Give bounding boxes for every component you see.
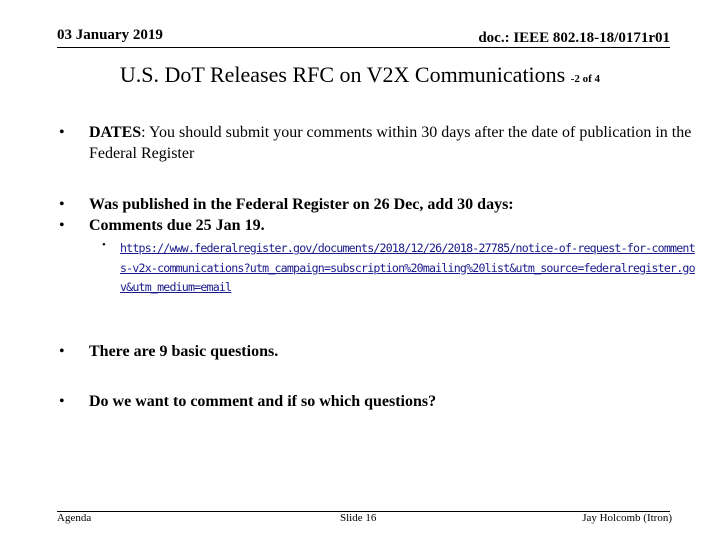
slide-title: U.S. DoT Releases RFC on V2X Communicati… bbox=[0, 62, 720, 88]
footer-slide-number: Slide 16 bbox=[340, 512, 377, 524]
bullet-due: Comments due 25 Jan 19. bbox=[89, 217, 265, 234]
federal-register-link[interactable]: https://www.federalregister.gov/document… bbox=[120, 239, 696, 298]
bullet-dates: DATES: You should submit your comments w… bbox=[89, 122, 709, 164]
bullet-published: Was published in the Federal Register on… bbox=[89, 196, 514, 213]
header-divider bbox=[57, 47, 670, 48]
bullet-icon: • bbox=[59, 393, 65, 410]
bullet-icon: • bbox=[59, 124, 65, 141]
bullet-icon: • bbox=[59, 217, 65, 234]
federal-register-link-text[interactable]: https://www.federalregister.gov/document… bbox=[120, 241, 696, 294]
slide-title-sub: -2 of 4 bbox=[570, 73, 601, 85]
footer-agenda: Agenda bbox=[57, 512, 92, 524]
bullet-icon: • bbox=[59, 343, 65, 360]
dates-text: : You should submit your comments within… bbox=[89, 124, 692, 162]
footer-author: Jay Holcomb (Itron) bbox=[582, 512, 672, 524]
bullet-icon: • bbox=[59, 196, 65, 213]
bullet-questions: There are 9 basic questions. bbox=[89, 343, 279, 360]
sub-bullet-icon: • bbox=[102, 239, 106, 251]
bullet-comment: Do we want to comment and if so which qu… bbox=[89, 393, 437, 410]
header-date: 03 January 2019 bbox=[57, 27, 163, 43]
dates-label: DATES bbox=[89, 124, 142, 141]
header-doc-id: doc.: IEEE 802.18-18/0171r01 bbox=[478, 30, 670, 46]
slide-title-main: U.S. DoT Releases RFC on V2X Communicati… bbox=[119, 62, 566, 87]
